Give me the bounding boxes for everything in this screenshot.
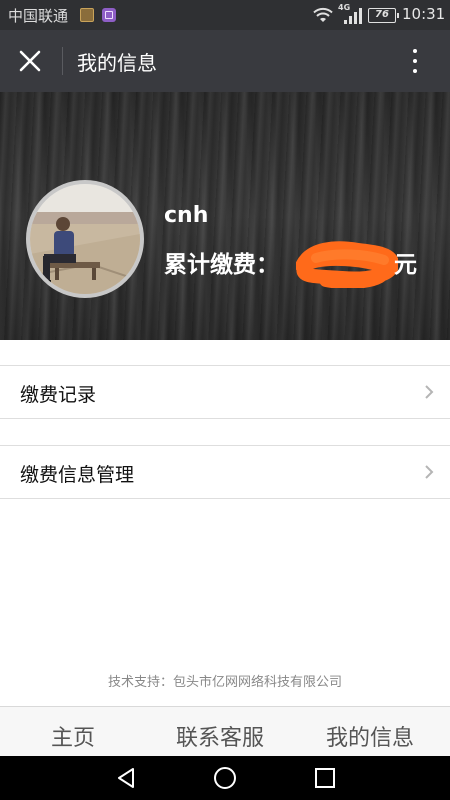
system-nav-bar (0, 756, 450, 800)
list-item-label: 缴费信息管理 (20, 464, 135, 486)
tab-customer-service[interactable]: 联系客服 (176, 720, 264, 752)
notification-app-icon (80, 8, 94, 22)
tab-home[interactable]: 主页 (51, 720, 95, 752)
recent-apps-icon[interactable] (314, 767, 336, 789)
gallery-notification-icon (102, 8, 116, 22)
tech-support-text: 技术支持：包头市亿网网络科技有限公司 (107, 675, 342, 690)
signal-icon (344, 8, 362, 24)
list-item-payment-info-management[interactable]: 缴费信息管理 (0, 445, 450, 499)
chevron-right-icon (425, 465, 434, 479)
fee-unit: 元 (394, 252, 417, 278)
more-vertical-icon[interactable] (400, 43, 430, 79)
wifi-icon (313, 7, 333, 22)
username: cnh (164, 203, 209, 228)
bottom-tab-bar: 主页 联系客服 我的信息 (0, 706, 450, 756)
status-time: 10:31 (402, 5, 446, 23)
redaction-scribble (296, 241, 398, 288)
battery-icon: 76 (368, 8, 399, 23)
avatar[interactable] (26, 180, 144, 298)
carrier-name: 中国联通 (8, 7, 69, 25)
profile-header: cnh 累计缴费： 元 (0, 92, 450, 340)
total-fee-label: 累计缴费： (164, 252, 279, 278)
list-item-payment-records[interactable]: 缴费记录 (0, 365, 450, 419)
status-bar: 中国联通 4G 76 10:31 (0, 0, 450, 30)
list-item-label: 缴费记录 (20, 384, 97, 406)
chevron-right-icon (425, 385, 434, 399)
page-title: 我的信息 (77, 51, 157, 75)
back-icon[interactable] (114, 766, 138, 790)
tab-my-info[interactable]: 我的信息 (326, 720, 414, 752)
app-bar: 我的信息 (0, 30, 450, 92)
total-fee: 累计缴费： (164, 245, 279, 279)
title-divider (62, 47, 63, 75)
home-icon[interactable] (213, 766, 237, 790)
close-icon[interactable] (12, 43, 48, 79)
